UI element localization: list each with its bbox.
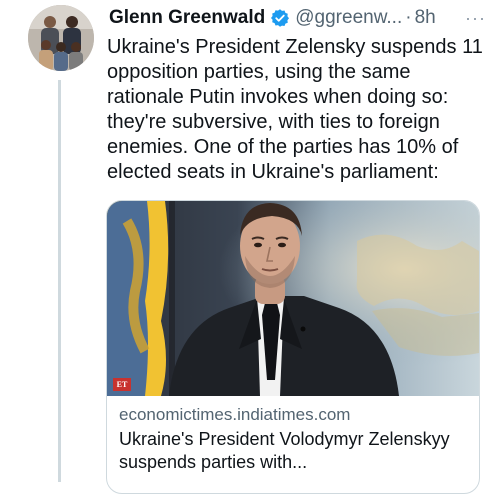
author-name[interactable]: Glenn Greenwald <box>109 7 265 29</box>
more-options-icon[interactable]: ··· <box>465 8 492 29</box>
tweet-text: Ukraine's President Zelensky suspends 11… <box>107 36 483 183</box>
et-logo-badge: ET <box>113 378 131 391</box>
author-avatar[interactable] <box>28 5 94 71</box>
tweet-header: Glenn Greenwald @ggreenw... · 8h ··· <box>109 3 492 33</box>
link-card-info[interactable]: economictimes.indiatimes.com Ukraine's P… <box>107 396 479 474</box>
link-preview-image[interactable]: ET <box>107 201 479 396</box>
separator-dot: · <box>405 7 412 28</box>
tweet-timestamp[interactable]: 8h <box>415 7 436 29</box>
link-preview-card[interactable]: ET economictimes.indiatimes.com Ukraine'… <box>106 200 480 494</box>
link-domain: economictimes.indiatimes.com <box>119 405 351 424</box>
verified-badge-icon <box>270 8 290 28</box>
link-headline: Ukraine's President Volodymyr Zelenskyy … <box>119 429 450 472</box>
author-handle[interactable]: @ggreenw... <box>295 7 402 29</box>
thread-line <box>58 80 61 482</box>
